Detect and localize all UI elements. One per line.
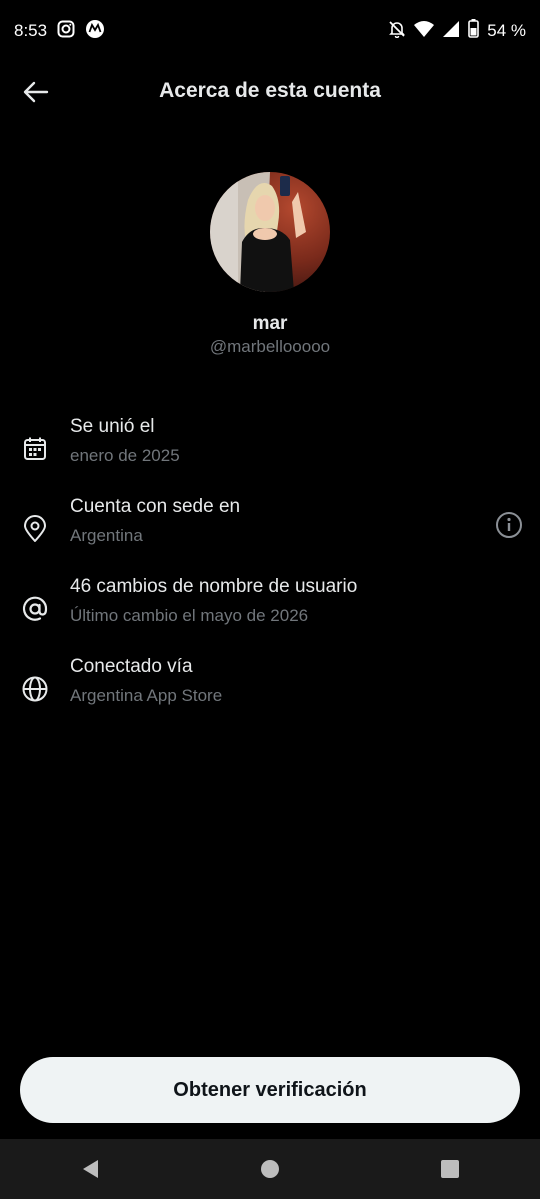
- status-time: 8:53: [14, 21, 48, 40]
- get-verified-button[interactable]: Obtener verificación: [20, 1057, 520, 1123]
- calendar-icon: [20, 434, 50, 464]
- nav-recents-button[interactable]: [420, 1139, 480, 1199]
- connected-via-title: Conectado vía: [70, 656, 193, 677]
- location-title: Cuenta con sede en: [70, 496, 241, 517]
- profile-handle: @marbellooooo: [209, 337, 331, 356]
- back-triangle-icon: [83, 1160, 98, 1178]
- avatar[interactable]: [210, 172, 330, 292]
- avatar-image: [210, 172, 306, 292]
- header: Acerca de esta cuenta: [0, 62, 540, 124]
- system-nav-bar: [0, 1139, 540, 1199]
- connected-via-value: Argentina App Store: [70, 686, 223, 705]
- page-title: Acerca de esta cuenta: [159, 79, 381, 102]
- profile-name: mar: [252, 313, 288, 334]
- nav-home-button[interactable]: [240, 1139, 300, 1199]
- bell-off-icon: [388, 20, 406, 43]
- instagram-icon: [57, 20, 75, 43]
- recents-square-icon: [441, 1160, 459, 1178]
- location-info-button[interactable]: [494, 510, 524, 540]
- username-last-change: Último cambio el mayo de 2026: [70, 606, 309, 625]
- battery-percent: 54 %: [487, 21, 526, 40]
- globe-icon: [20, 674, 50, 704]
- info-row-joined: Se unió el enero de 2025: [0, 416, 540, 478]
- info-row-location: Cuenta con sede en Argentina: [0, 496, 540, 558]
- joined-date: enero de 2025: [70, 446, 180, 465]
- location-pin-icon: [20, 514, 50, 544]
- location-value: Argentina: [70, 526, 143, 545]
- nav-back-button[interactable]: [60, 1139, 120, 1199]
- username-changes-title: 46 cambios de nombre de usuario: [70, 576, 358, 597]
- status-bar: 8:53 54 %: [0, 0, 540, 62]
- motorola-icon: [85, 19, 105, 44]
- signal-icon: [442, 20, 460, 43]
- info-row-username-changes: 46 cambios de nombre de usuario Último c…: [0, 576, 540, 638]
- joined-title: Se unió el: [70, 416, 155, 437]
- info-icon: [496, 512, 522, 538]
- battery-icon: [468, 19, 480, 43]
- wifi-icon: [414, 20, 435, 43]
- home-circle-icon: [261, 1160, 279, 1178]
- at-sign-icon: [20, 594, 50, 624]
- info-row-connected-via: Conectado vía Argentina App Store: [0, 656, 540, 718]
- status-right: 54 %: [388, 19, 526, 43]
- status-left: 8:53: [14, 19, 105, 44]
